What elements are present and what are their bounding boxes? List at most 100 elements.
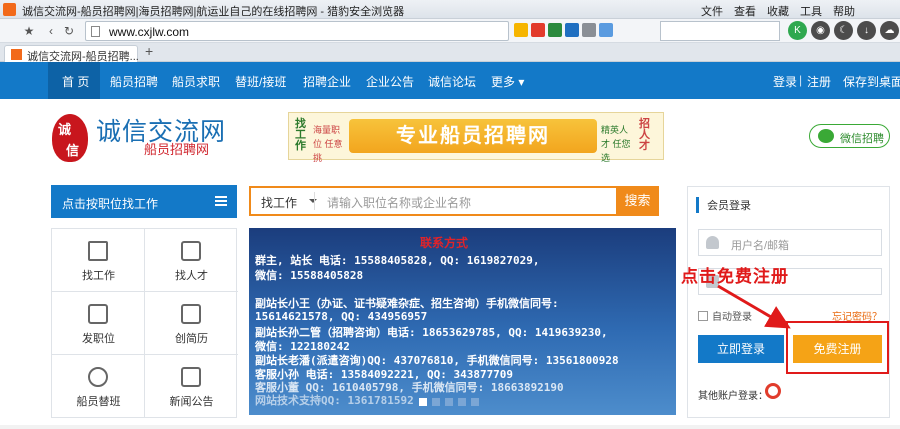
checkbox-icon[interactable] — [698, 311, 708, 321]
slide-dot[interactable] — [445, 398, 453, 406]
username-field[interactable]: 用户名/邮箱 — [698, 229, 882, 256]
highlight-box — [786, 321, 889, 374]
url-text[interactable]: www.cxjlw.com — [109, 25, 189, 39]
auto-login-checkbox[interactable]: 自动登录 — [698, 308, 752, 323]
wechat-recruit-button[interactable]: 微信招聘 — [809, 124, 890, 148]
find-job-icon — [88, 241, 108, 261]
category-post-job[interactable]: 发职位 — [52, 292, 145, 355]
category-find-talent[interactable]: 找人才 — [145, 229, 238, 292]
category-header[interactable]: 点击按职位找工作 — [51, 185, 237, 218]
address-bar[interactable]: www.cxjlw.com — [85, 21, 509, 41]
login-title: 会员登录 — [696, 197, 751, 213]
bottom-strip — [0, 425, 900, 429]
slide-dot[interactable] — [471, 398, 479, 406]
slide-line: 15614621578, QQ: 434956957 — [255, 310, 428, 323]
cloud-icon[interactable]: ☁ — [880, 21, 899, 40]
search-input[interactable]: 请输入职位名称或企业名称 — [327, 194, 471, 211]
logo-seal-icon: 诚 信 — [52, 114, 88, 162]
slide-heading: 联系方式 — [420, 236, 469, 250]
nav-save-desktop[interactable]: 保存到桌面 — [843, 73, 900, 90]
nav-separator: | — [799, 73, 803, 87]
nav-forum[interactable]: 诚信论坛 — [428, 73, 476, 90]
slide-dots — [419, 398, 479, 406]
nav-home[interactable]: 首 页 — [62, 73, 89, 90]
create-resume-icon — [181, 304, 201, 324]
category-label: 找人才 — [175, 270, 208, 282]
header-banner[interactable]: 找工作 海量职位 任意挑 专业船员招聘网 精英人才 任您选 招人才 — [288, 112, 664, 163]
category-find-job[interactable]: 找工作 — [52, 229, 145, 292]
refresh-icon[interactable]: ↻ — [60, 22, 78, 40]
toolbar-extension-icons — [514, 23, 613, 37]
back-icon[interactable]: ‹ — [42, 22, 60, 40]
site-favicon-icon — [11, 49, 22, 60]
crew-relief-icon — [88, 367, 108, 387]
site-search: 找工作 请输入职位名称或企业名称 搜索 — [249, 186, 659, 216]
favorite-star-icon[interactable]: ★ — [20, 22, 38, 40]
slide-dot[interactable] — [432, 398, 440, 406]
login-button[interactable]: 立即登录 — [698, 335, 784, 363]
browser-logo-icon — [3, 3, 16, 16]
shield-icon[interactable]: ◉ — [811, 21, 830, 40]
nav-relief[interactable]: 替班/接班 — [235, 73, 286, 90]
menu-icon[interactable] — [215, 196, 227, 206]
browser-search-box[interactable] — [660, 21, 780, 41]
window-titlebar: 诚信交流网-船员招聘网|海员招聘网|航运业自己的在线招聘网 - 猎豹安全浏览器 … — [0, 0, 900, 31]
extension-icon[interactable] — [582, 23, 596, 37]
category-create-resume[interactable]: 创简历 — [145, 292, 238, 355]
banner-right-big: 招人才 — [639, 118, 650, 152]
extension-icon[interactable] — [599, 23, 613, 37]
moon-icon[interactable]: ☾ — [834, 21, 853, 40]
nav-login[interactable]: 登录 — [773, 73, 797, 90]
search-divider — [314, 192, 315, 210]
banner-left-big: 找工作 — [295, 118, 306, 152]
slide-line: 网站技术支持QQ: 1361781592 — [255, 394, 414, 407]
slide-dot[interactable] — [419, 398, 427, 406]
nav-more-label: 更多 — [491, 75, 516, 89]
category-label: 新闻公告 — [169, 396, 214, 408]
browser-round-buttons: K ◉ ☾ ↓ ☁ — [788, 21, 899, 40]
extension-icon[interactable] — [565, 23, 579, 37]
category-label: 船员替班 — [76, 396, 121, 408]
chevron-down-icon: ▾ — [518, 75, 525, 89]
banner-right-small: 精英人才 任您选 — [601, 125, 631, 163]
tools-icon — [181, 367, 201, 387]
search-button[interactable]: 搜索 — [616, 186, 659, 216]
banner-left-small: 海量职位 任意挑 — [313, 125, 343, 163]
category-label: 创简历 — [175, 333, 208, 345]
wechat-label: 微信招聘 — [840, 133, 884, 145]
contact-slide[interactable]: 联系方式 群主, 站长 电话: 15588405828, QQ: 1619827… — [249, 228, 676, 415]
extension-icon[interactable] — [514, 23, 528, 37]
nav-more[interactable]: 更多 ▾ — [491, 73, 524, 90]
tab-bar: 诚信交流网-船员招聘... + — [0, 43, 900, 63]
banner-main-text: 专业船员招聘网 — [349, 119, 597, 153]
other-login-label: 其他账户登录： — [698, 391, 768, 402]
k-icon[interactable]: K — [788, 21, 807, 40]
extension-icon[interactable] — [548, 23, 562, 37]
slide-line: 副站长小王（办证、证书疑难杂症、招生咨询）手机微信同号: — [255, 297, 559, 310]
auto-login-label: 自动登录 — [712, 312, 752, 323]
window-title: 诚信交流网-船员招聘网|海员招聘网|航运业自己的在线招聘网 - 猎豹安全浏览器 — [22, 6, 405, 18]
page-icon — [91, 26, 100, 37]
nav-crew-jobseek[interactable]: 船员求职 — [172, 73, 220, 90]
category-crew-relief[interactable]: 船员替班 — [52, 355, 145, 418]
nav-crew-recruit[interactable]: 船员招聘 — [110, 73, 158, 90]
nav-notices[interactable]: 企业公告 — [366, 73, 414, 90]
nav-companies[interactable]: 招聘企业 — [303, 73, 351, 90]
download-icon[interactable]: ↓ — [857, 21, 876, 40]
category-label: 找工作 — [82, 270, 115, 282]
site-nav: 首 页 船员招聘 船员求职 替班/接班 招聘企业 企业公告 诚信论坛 更多 ▾ … — [0, 62, 900, 99]
logo-seal-char: 信 — [66, 143, 80, 158]
slide-line: 群主, 站长 电话: 15588405828, QQ: 1619827029, — [255, 254, 540, 267]
category-label: 发职位 — [82, 333, 115, 345]
slide-dot[interactable] — [458, 398, 466, 406]
login-panel: 会员登录 用户名/邮箱 自动登录 忘记密码？ 立即登录 免费注册 其他账户登录： — [687, 186, 890, 418]
category-title: 点击按职位找工作 — [62, 197, 159, 211]
extension-icon[interactable] — [531, 23, 545, 37]
browser-tab[interactable]: 诚信交流网-船员招聘... — [4, 45, 139, 63]
nav-register[interactable]: 注册 — [807, 73, 831, 90]
weibo-icon[interactable] — [765, 383, 781, 399]
category-news[interactable]: 新闻公告 — [145, 355, 238, 418]
category-grid: 找工作 找人才 发职位 创简历 船员替班 新闻公告 — [51, 228, 238, 418]
search-type-select[interactable]: 找工作 — [261, 194, 318, 211]
new-tab-button[interactable]: + — [145, 43, 153, 59]
